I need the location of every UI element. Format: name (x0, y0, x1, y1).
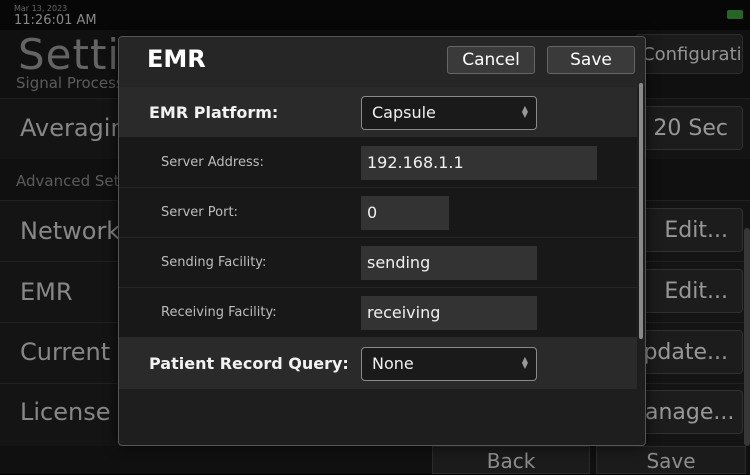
select-arrows-icon: ▲ ▼ (521, 355, 528, 370)
receiving-facility-field[interactable]: receiving (361, 296, 537, 330)
emr-platform-label: EMR Platform: (149, 103, 279, 122)
cancel-button[interactable]: Cancel (447, 46, 535, 74)
save-button[interactable]: Save (547, 46, 635, 74)
server-address-label: Server Address: (161, 155, 264, 170)
dialog-scrollbar[interactable] (639, 83, 643, 339)
select-arrows-icon: ▲ ▼ (521, 104, 528, 119)
patient-query-select[interactable]: None ▲ ▼ (361, 347, 537, 381)
receiving-facility-label: Receiving Facility: (161, 305, 277, 320)
sending-facility-label: Sending Facility: (161, 255, 267, 270)
dialog-body: EMR Platform: Capsule ▲ ▼ Server Address:… (119, 87, 645, 445)
patient-query-label: Patient Record Query: (149, 354, 349, 373)
emr-platform-value: Capsule (372, 103, 436, 122)
server-port-label: Server Port: (161, 205, 238, 220)
dialog-title: EMR (147, 45, 206, 73)
sending-facility-field[interactable]: sending (361, 246, 537, 280)
emr-platform-select[interactable]: Capsule ▲ ▼ (361, 96, 537, 130)
patient-query-value: None (372, 354, 414, 373)
server-port-field[interactable]: 0 (361, 196, 449, 230)
server-address-field[interactable]: 192.168.1.1 (361, 146, 597, 180)
emr-dialog: EMR Cancel Save EMR Platform: Capsule ▲ ▼… (118, 36, 646, 446)
